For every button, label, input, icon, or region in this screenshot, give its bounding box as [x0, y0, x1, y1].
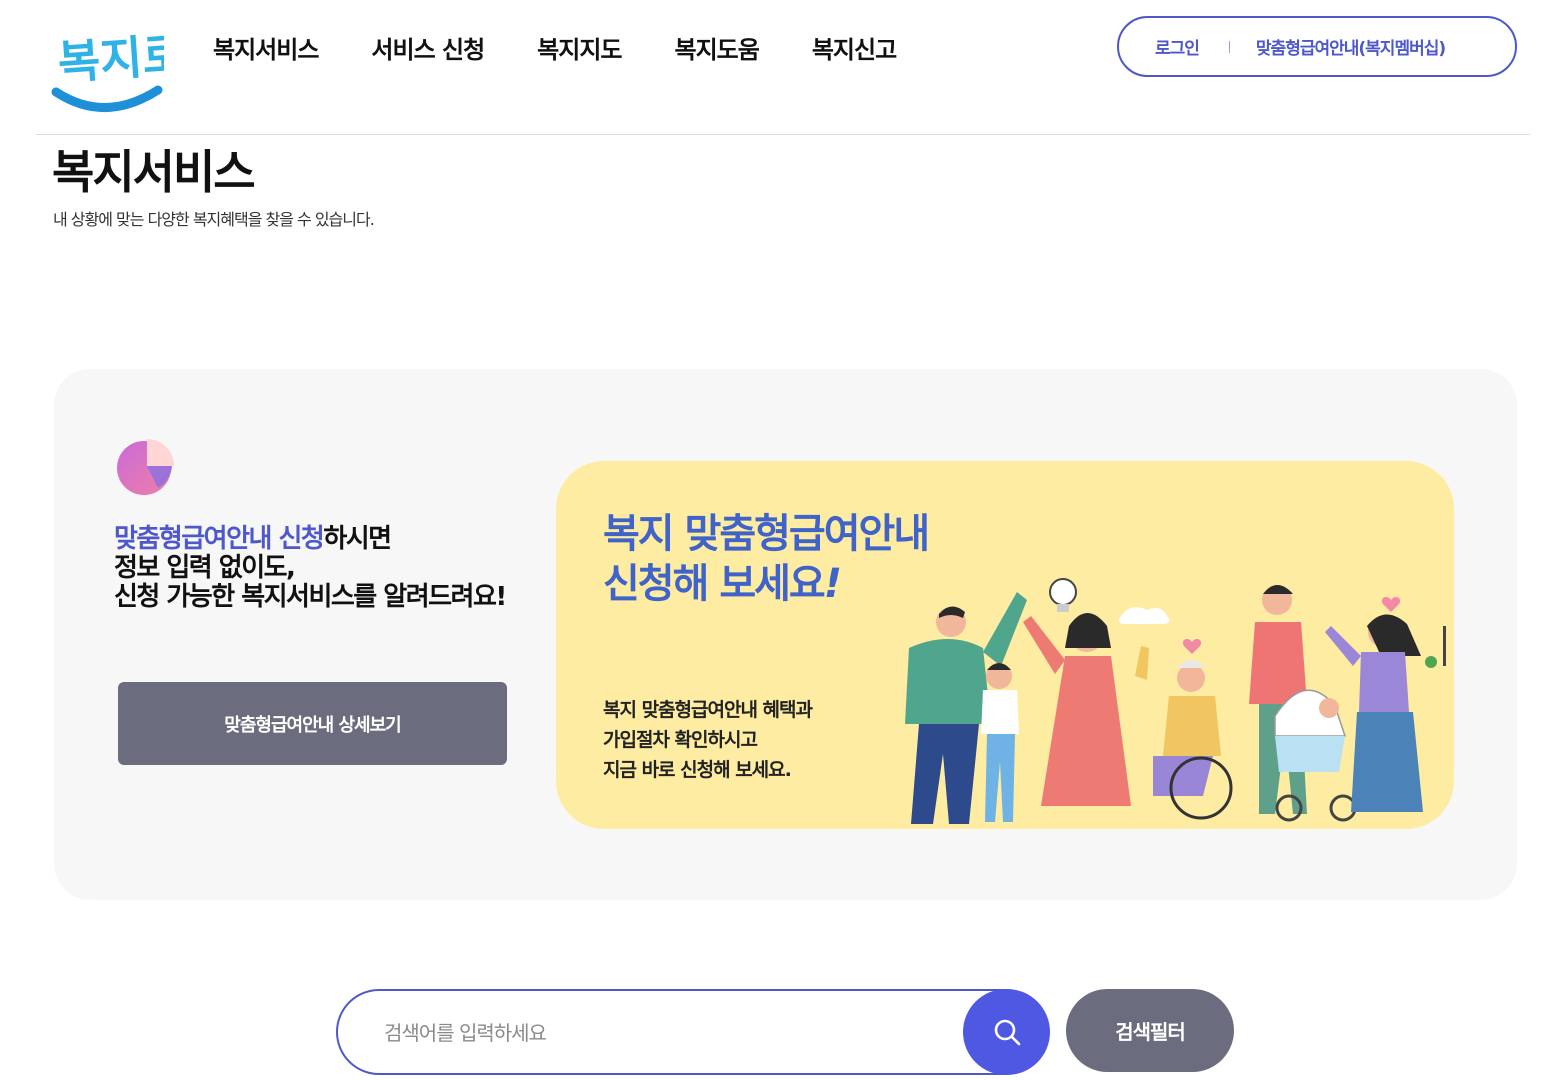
- nav-item-welfare-help[interactable]: 복지도움: [675, 30, 760, 65]
- auth-pill: 로그인 맞춤형급여안내(복지멤버십): [1117, 16, 1517, 77]
- search-input[interactable]: [384, 1015, 944, 1051]
- nav-item-welfare-service[interactable]: 복지서비스: [213, 30, 319, 65]
- page-description: 내 상황에 맞는 다양한 복지혜택을 찾을 수 있습니다.: [53, 210, 375, 229]
- banner-desc-line3: 지금 바로 신청해 보세요.: [603, 759, 792, 781]
- banner-description: 복지 맞춤형급여안내 혜택과 가입절차 확인하시고 지금 바로 신청해 보세요.: [603, 695, 813, 785]
- search-icon: [994, 1019, 1020, 1046]
- nav-item-welfare-map[interactable]: 복지지도: [537, 30, 622, 65]
- pie-chart-icon: [117, 439, 174, 495]
- banner-title: 복지 맞춤형급여안내 신청해 보세요!: [603, 509, 930, 609]
- page-title: 복지서비스: [52, 145, 256, 199]
- membership-link[interactable]: 맞춤형급여안내(복지멤버십): [1256, 34, 1446, 59]
- promo-line3: 신청 가능한 복지서비스를 알려드려요!: [114, 582, 507, 612]
- header-divider: [36, 134, 1530, 135]
- search-filter-button[interactable]: 검색필터: [1066, 989, 1234, 1072]
- nav-item-welfare-report[interactable]: 복지신고: [812, 30, 897, 65]
- promo-line1-rest: 하시면: [323, 524, 392, 554]
- bokjiro-logo[interactable]: 복지로: [50, 12, 187, 116]
- promo-line2: 정보 입력 없이도,: [114, 553, 296, 583]
- banner-title-line2: 신청해 보세요: [603, 561, 826, 607]
- banner-desc-line2: 가입절차 확인하시고: [603, 729, 758, 751]
- family-illustration: [905, 578, 1446, 824]
- search-button[interactable]: [963, 989, 1050, 1075]
- promo-highlight: 맞춤형급여안내 신청: [114, 524, 325, 554]
- promo-panel: 맞춤형급여안내 신청하시면 정보 입력 없이도, 신청 가능한 복지서비스를 알…: [54, 369, 1517, 900]
- login-link[interactable]: 로그인: [1155, 34, 1200, 59]
- nav-item-service-apply[interactable]: 서비스 신청: [371, 30, 485, 65]
- banner-title-line1: 복지 맞춤형급여안내: [603, 511, 930, 557]
- main-nav: 복지서비스 서비스 신청 복지지도 복지도움 복지신고: [213, 30, 949, 65]
- promo-text: 맞춤형급여안내 신청하시면 정보 입력 없이도, 신청 가능한 복지서비스를 알…: [114, 525, 534, 612]
- divider: [1228, 40, 1230, 53]
- logo-text: 복지로: [56, 27, 164, 90]
- banner-desc-line1: 복지 맞춤형급여안내 혜택과: [603, 699, 813, 721]
- banner-title-mark: !: [823, 561, 842, 607]
- search-box: [336, 989, 1050, 1075]
- promo-banner[interactable]: 복지 맞춤형급여안내 신청해 보세요! 복지 맞춤형급여안내 혜택과 가입절차 …: [556, 461, 1454, 829]
- detail-view-button[interactable]: 맞춤형급여안내 상세보기: [118, 682, 507, 765]
